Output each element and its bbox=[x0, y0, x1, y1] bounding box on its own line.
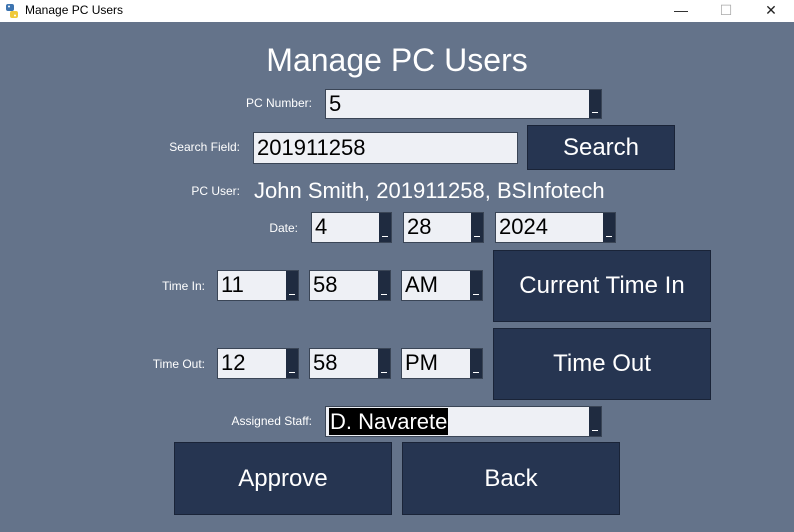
current-time-in-button[interactable]: Current Time In bbox=[493, 250, 711, 322]
python-app-icon bbox=[6, 4, 18, 18]
close-button[interactable]: ✕ bbox=[748, 0, 794, 22]
minimize-button[interactable]: — bbox=[658, 0, 704, 22]
chevron-down-icon[interactable] bbox=[589, 407, 601, 436]
title-bar: Manage PC Users — ☐ ✕ bbox=[0, 0, 794, 22]
time-out-minute-value: 58 bbox=[313, 350, 338, 375]
pc-number-label: PC Number: bbox=[245, 96, 312, 110]
pc-user-value: John Smith, 201911258, BSInfotech bbox=[254, 178, 605, 203]
time-in-minute-value: 58 bbox=[313, 272, 338, 297]
chevron-down-icon[interactable] bbox=[471, 213, 483, 242]
back-button[interactable]: Back bbox=[402, 442, 620, 515]
chevron-down-icon[interactable] bbox=[378, 349, 390, 378]
time-out-ampm-select[interactable]: PM bbox=[401, 348, 483, 379]
time-out-label: Time Out: bbox=[152, 357, 205, 371]
time-out-hour-value: 12 bbox=[221, 350, 246, 375]
pc-number-select[interactable]: 5 bbox=[325, 89, 602, 119]
search-button[interactable]: Search bbox=[527, 125, 675, 170]
chevron-down-icon[interactable] bbox=[378, 271, 390, 300]
chevron-down-icon[interactable] bbox=[286, 349, 298, 378]
chevron-down-icon[interactable] bbox=[603, 213, 615, 242]
page-title: Manage PC Users bbox=[266, 42, 528, 78]
window-title: Manage PC Users bbox=[25, 3, 124, 17]
search-input-value: 201911258 bbox=[257, 135, 366, 160]
assigned-staff-label: Assigned Staff: bbox=[231, 414, 313, 428]
pc-user-label: PC User: bbox=[191, 184, 240, 198]
date-year-select[interactable]: 2024 bbox=[495, 212, 616, 243]
search-input[interactable]: 201911258 bbox=[253, 132, 518, 164]
chevron-down-icon[interactable] bbox=[470, 349, 482, 378]
maximize-button[interactable]: ☐ bbox=[703, 0, 749, 22]
chevron-down-icon[interactable] bbox=[286, 271, 298, 300]
time-in-label: Time In: bbox=[162, 279, 205, 293]
time-out-ampm-value: PM bbox=[405, 350, 438, 375]
time-in-hour-select[interactable]: 11 bbox=[217, 270, 299, 301]
date-year-value: 2024 bbox=[499, 214, 548, 239]
time-out-hour-select[interactable]: 12 bbox=[217, 348, 299, 379]
chevron-down-icon[interactable] bbox=[470, 271, 482, 300]
time-in-ampm-select[interactable]: AM bbox=[401, 270, 483, 301]
time-in-minute-select[interactable]: 58 bbox=[309, 270, 391, 301]
date-day-select[interactable]: 28 bbox=[403, 212, 484, 243]
time-out-minute-select[interactable]: 58 bbox=[309, 348, 391, 379]
chevron-down-icon[interactable] bbox=[379, 213, 391, 242]
date-month-value: 4 bbox=[315, 214, 328, 239]
time-out-button[interactable]: Time Out bbox=[493, 328, 711, 400]
chevron-down-icon[interactable] bbox=[589, 90, 601, 118]
date-label: Date: bbox=[269, 221, 298, 235]
time-in-hour-value: 11 bbox=[221, 272, 244, 297]
time-in-ampm-value: AM bbox=[405, 272, 438, 297]
search-field-label: Search Field: bbox=[169, 140, 240, 154]
date-day-value: 28 bbox=[407, 214, 432, 239]
assigned-staff-select[interactable]: D. Navarete bbox=[325, 406, 602, 437]
assigned-staff-value: D. Navarete bbox=[329, 408, 449, 435]
approve-button[interactable]: Approve bbox=[174, 442, 392, 515]
date-month-select[interactable]: 4 bbox=[311, 212, 392, 243]
pc-number-value: 5 bbox=[329, 91, 342, 116]
